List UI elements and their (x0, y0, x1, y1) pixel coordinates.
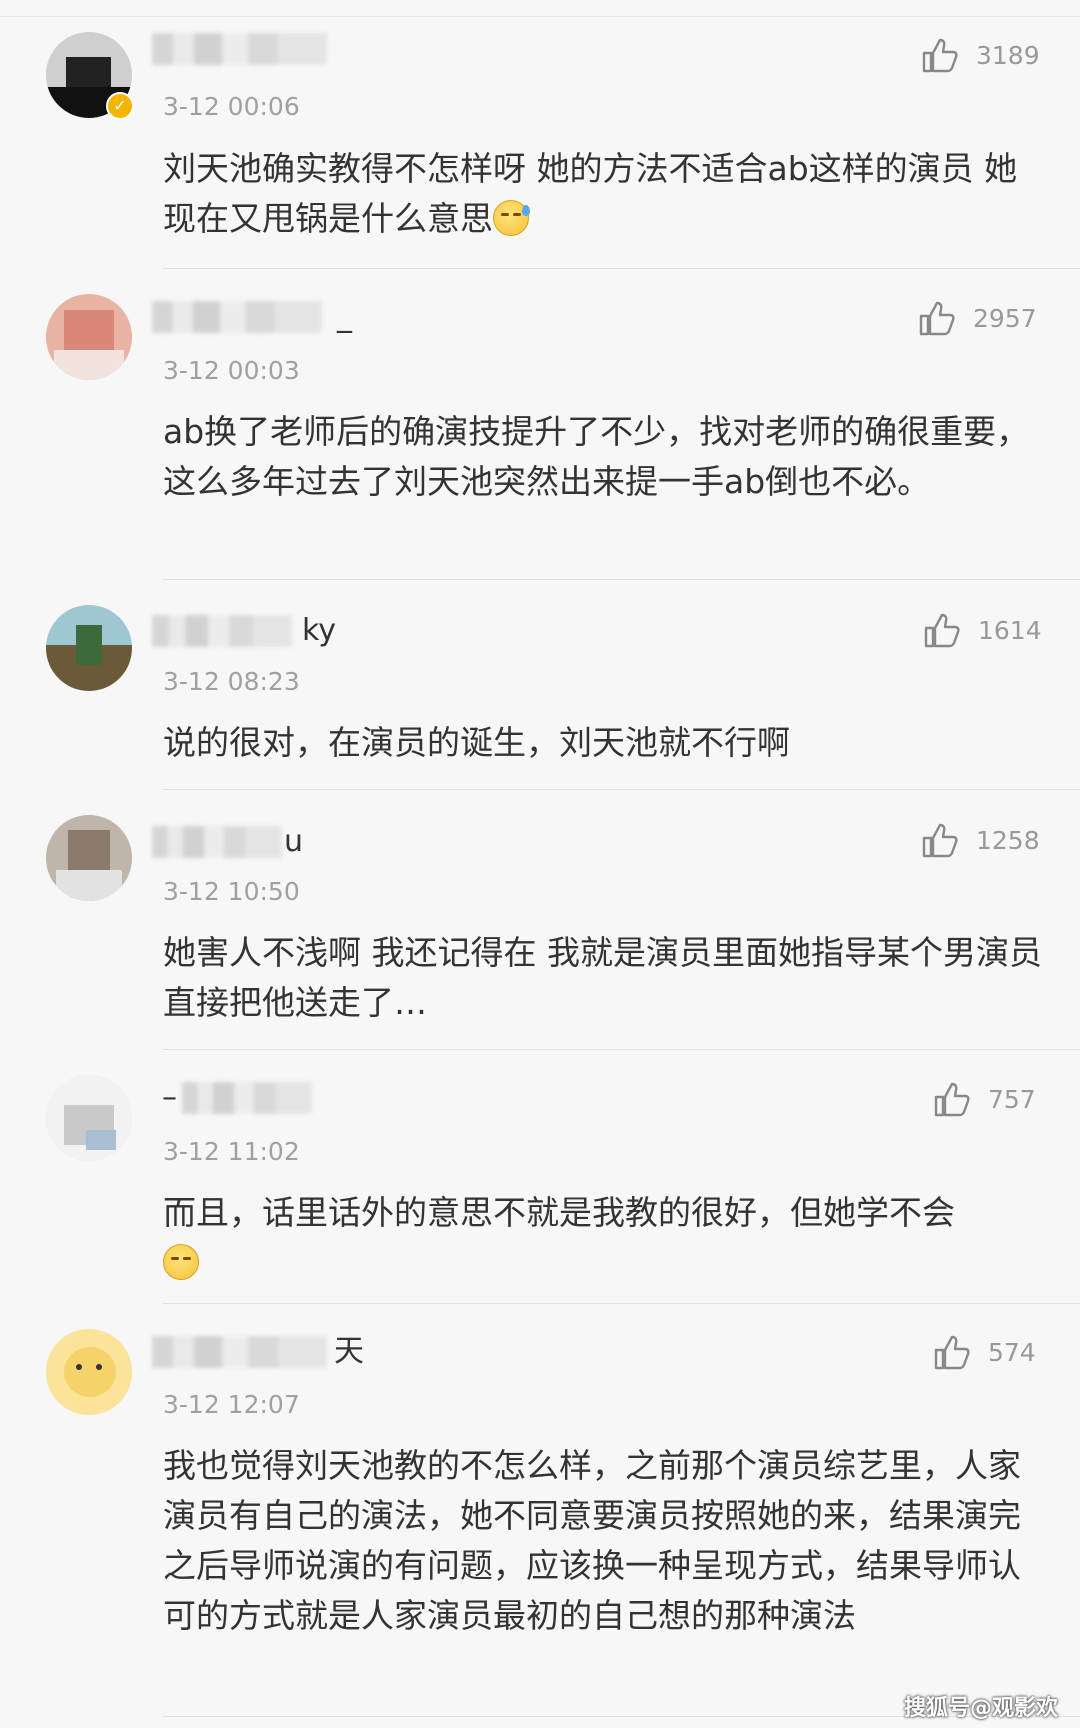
comment-text: 我也觉得刘天池教的不怎么样，之前那个演员综艺里，人家演员有自己的演法，她不同意要… (163, 1446, 1021, 1635)
like-button[interactable]: 1258 (920, 818, 1040, 862)
thumbs-up-icon (922, 823, 958, 858)
username[interactable] (152, 27, 372, 71)
username[interactable]: _ (152, 295, 372, 339)
avatar[interactable] (46, 605, 132, 691)
thumbs-up-icon (919, 301, 955, 336)
comment-divider (163, 1049, 1080, 1050)
username[interactable]: u (152, 820, 372, 864)
thumbs-up-icon (922, 38, 958, 73)
like-count: 1258 (976, 825, 1040, 855)
avatar[interactable] (46, 1075, 132, 1161)
comment-text: 她害人不浅啊 我还记得在 我就是演员里面她指导某个男演员直接把他送走了… (163, 933, 1042, 1022)
like-count: 757 (988, 1084, 1036, 1114)
avatar[interactable] (46, 815, 132, 901)
like-button[interactable]: 574 (932, 1330, 1036, 1374)
like-button[interactable]: 3189 (920, 33, 1040, 77)
like-button[interactable]: 2957 (917, 296, 1037, 340)
like-count: 1614 (978, 615, 1042, 645)
comment-time: 3-12 00:06 (163, 92, 300, 121)
comment-text: 刘天池确实教得不怎样呀 她的方法不适合ab这样的演员 她现在又甩锅是什么意思 (163, 149, 1018, 238)
comment-time: 3-12 00:03 (163, 356, 300, 385)
comment-time: 3-12 10:50 (163, 877, 300, 906)
avatar[interactable] (46, 294, 132, 380)
comment-time: 3-12 11:02 (163, 1137, 300, 1166)
comment-divider (163, 789, 1080, 790)
username[interactable]: ky (152, 609, 372, 653)
comment-text: ab换了老师后的确演技提升了不少，找对老师的确很重要，这么多年过去了刘天池突然出… (163, 412, 1030, 501)
username[interactable]: 天 (152, 1330, 372, 1374)
watermark: 搜狐号@观影欢 (903, 1696, 1058, 1721)
like-count: 3189 (976, 40, 1040, 70)
thumbs-up-icon (924, 613, 960, 648)
like-count: 2957 (973, 303, 1037, 333)
like-button[interactable]: 757 (932, 1077, 1036, 1121)
avatar[interactable] (46, 1329, 132, 1415)
like-button[interactable]: 1614 (922, 608, 1042, 652)
comment-divider (163, 1303, 1080, 1304)
comment-text: 说的很对，在演员的诞生，刘天池就不行啊 (163, 723, 790, 762)
comment-divider (163, 268, 1080, 269)
thumbs-up-icon (934, 1082, 970, 1117)
thumbs-up-icon (934, 1335, 970, 1370)
eye-roll-face-icon (163, 1244, 199, 1280)
username[interactable]: – (152, 1076, 372, 1120)
sweat-face-icon (493, 200, 530, 236)
comment-text: 而且，话里话外的意思不就是我教的很好，但她学不会 (163, 1188, 1043, 1288)
comment-divider (163, 579, 1080, 580)
comment-time: 3-12 12:07 (163, 1390, 300, 1419)
comment-time: 3-12 08:23 (163, 667, 300, 696)
like-count: 574 (988, 1337, 1036, 1367)
verified-badge-icon: ✓ (106, 92, 134, 120)
top-divider (0, 16, 1080, 17)
